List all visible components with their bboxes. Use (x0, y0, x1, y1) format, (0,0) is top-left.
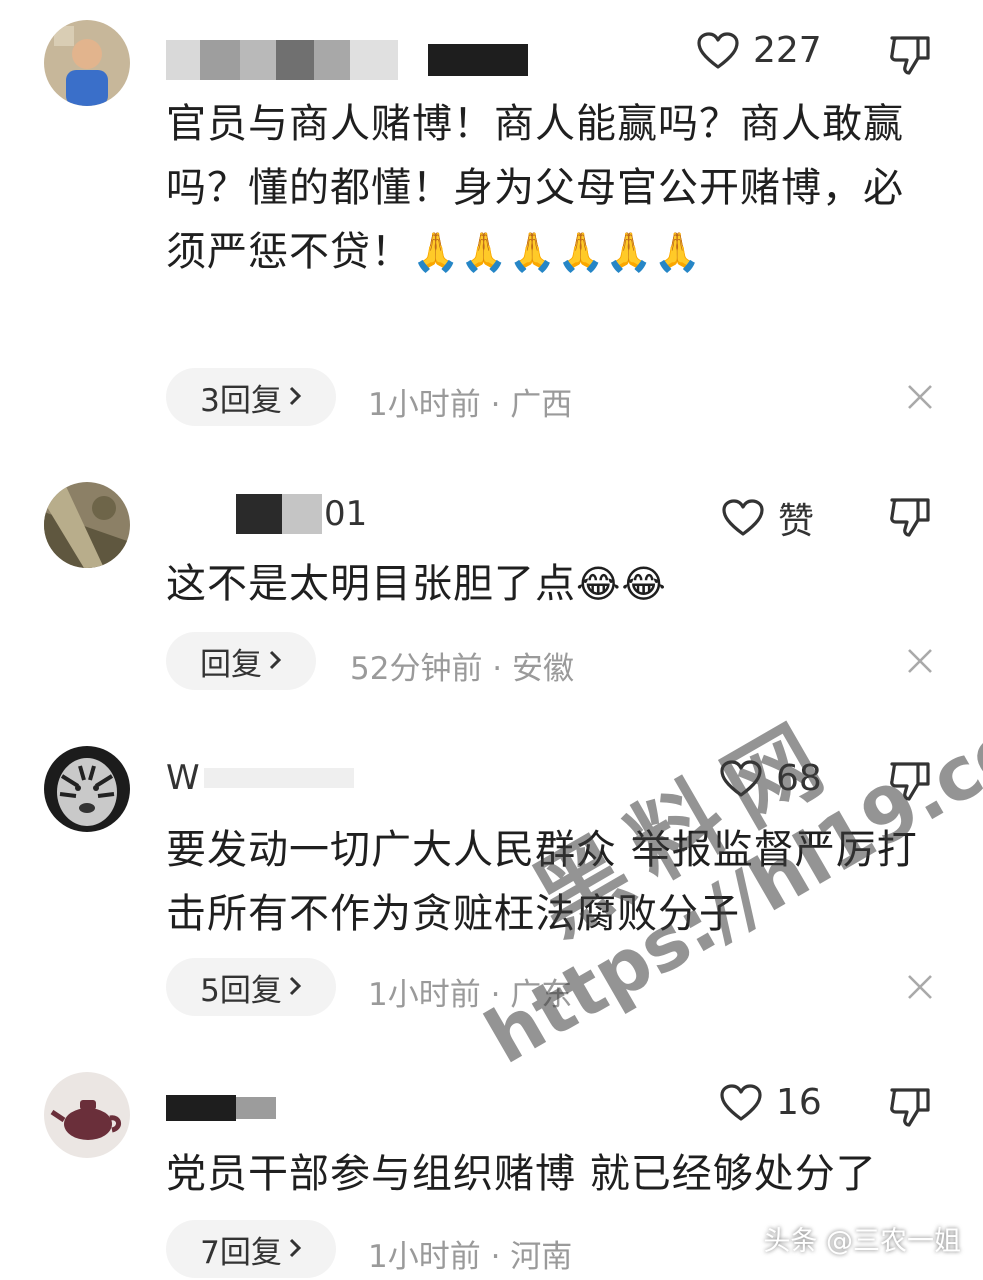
chevron-right-icon (288, 969, 302, 1005)
comment-text: 党员干部参与组织赌博 就已经够处分了 (166, 1151, 877, 1197)
comment-text: 这不是太明目张胆了点😂😂 (166, 561, 667, 607)
avatar[interactable] (44, 482, 130, 568)
heart-icon (697, 31, 739, 70)
chevron-right-icon (288, 1231, 302, 1267)
username-text: W (166, 758, 200, 798)
like-button[interactable]: 227 (697, 30, 822, 71)
timestamp-location: 52分钟前 · 安徽 (350, 651, 575, 687)
chevron-right-icon (288, 379, 302, 415)
heart-icon (720, 759, 762, 798)
username-redacted[interactable] (166, 38, 528, 82)
heart-icon (720, 1083, 762, 1122)
chevron-right-icon (268, 643, 282, 679)
like-button[interactable]: 赞 (722, 492, 814, 544)
comment-text: 官员与商人赌博！商人能赢吗？商人敢赢吗？懂的都懂！身为父母官公开赌博，必须严惩不… (166, 101, 904, 275)
reply-label: 5回复 (200, 972, 282, 1009)
like-count: 227 (753, 30, 822, 71)
like-count: 68 (776, 758, 822, 799)
close-icon[interactable] (906, 973, 934, 1005)
reply-label: 回复 (200, 646, 262, 683)
avatar[interactable] (44, 1072, 130, 1158)
avatar-image (44, 746, 130, 832)
comment-text: 要发动一切广大人民群众 举报监督严厉打击所有不作为贪赃枉法腐败分子 (166, 827, 918, 937)
username-redacted[interactable]: 01 (166, 492, 367, 536)
timestamp-location: 1小时前 · 河南 (368, 1239, 573, 1275)
emoji: 🙏🙏🙏🙏🙏🙏 (412, 230, 702, 274)
username-redacted[interactable]: W (166, 756, 354, 800)
reply-button[interactable]: 7回复 (166, 1220, 336, 1278)
thumbs-down-icon[interactable] (888, 34, 932, 76)
reply-label: 7回复 (200, 1234, 282, 1271)
avatar-image (44, 20, 130, 106)
like-button[interactable]: 68 (720, 758, 822, 799)
timestamp-location: 1小时前 · 广东 (368, 977, 573, 1013)
avatar-image (44, 1072, 130, 1158)
like-count: 赞 (778, 501, 815, 542)
reply-label: 3回复 (200, 382, 282, 419)
close-icon[interactable] (906, 383, 934, 415)
thumbs-down-icon[interactable] (888, 1086, 932, 1128)
heart-icon (722, 499, 764, 537)
thumbs-down-icon[interactable] (888, 496, 932, 538)
avatar-image (44, 482, 130, 568)
reply-button[interactable]: 5回复 (166, 958, 336, 1016)
username-text: 01 (324, 494, 368, 534)
close-icon[interactable] (906, 647, 934, 679)
avatar[interactable] (44, 20, 130, 106)
like-count: 16 (776, 1082, 822, 1123)
timestamp-location: 1小时前 · 广西 (368, 387, 573, 423)
reply-button[interactable]: 3回复 (166, 368, 336, 426)
emoji: 😂😂 (576, 562, 667, 606)
avatar[interactable] (44, 746, 130, 832)
source-credit: 头条 @三农一姐 (763, 1226, 961, 1257)
reply-button[interactable]: 回复 (166, 632, 316, 690)
username-redacted[interactable] (166, 1086, 276, 1130)
thumbs-down-icon[interactable] (888, 760, 932, 802)
like-button[interactable]: 16 (720, 1082, 822, 1123)
